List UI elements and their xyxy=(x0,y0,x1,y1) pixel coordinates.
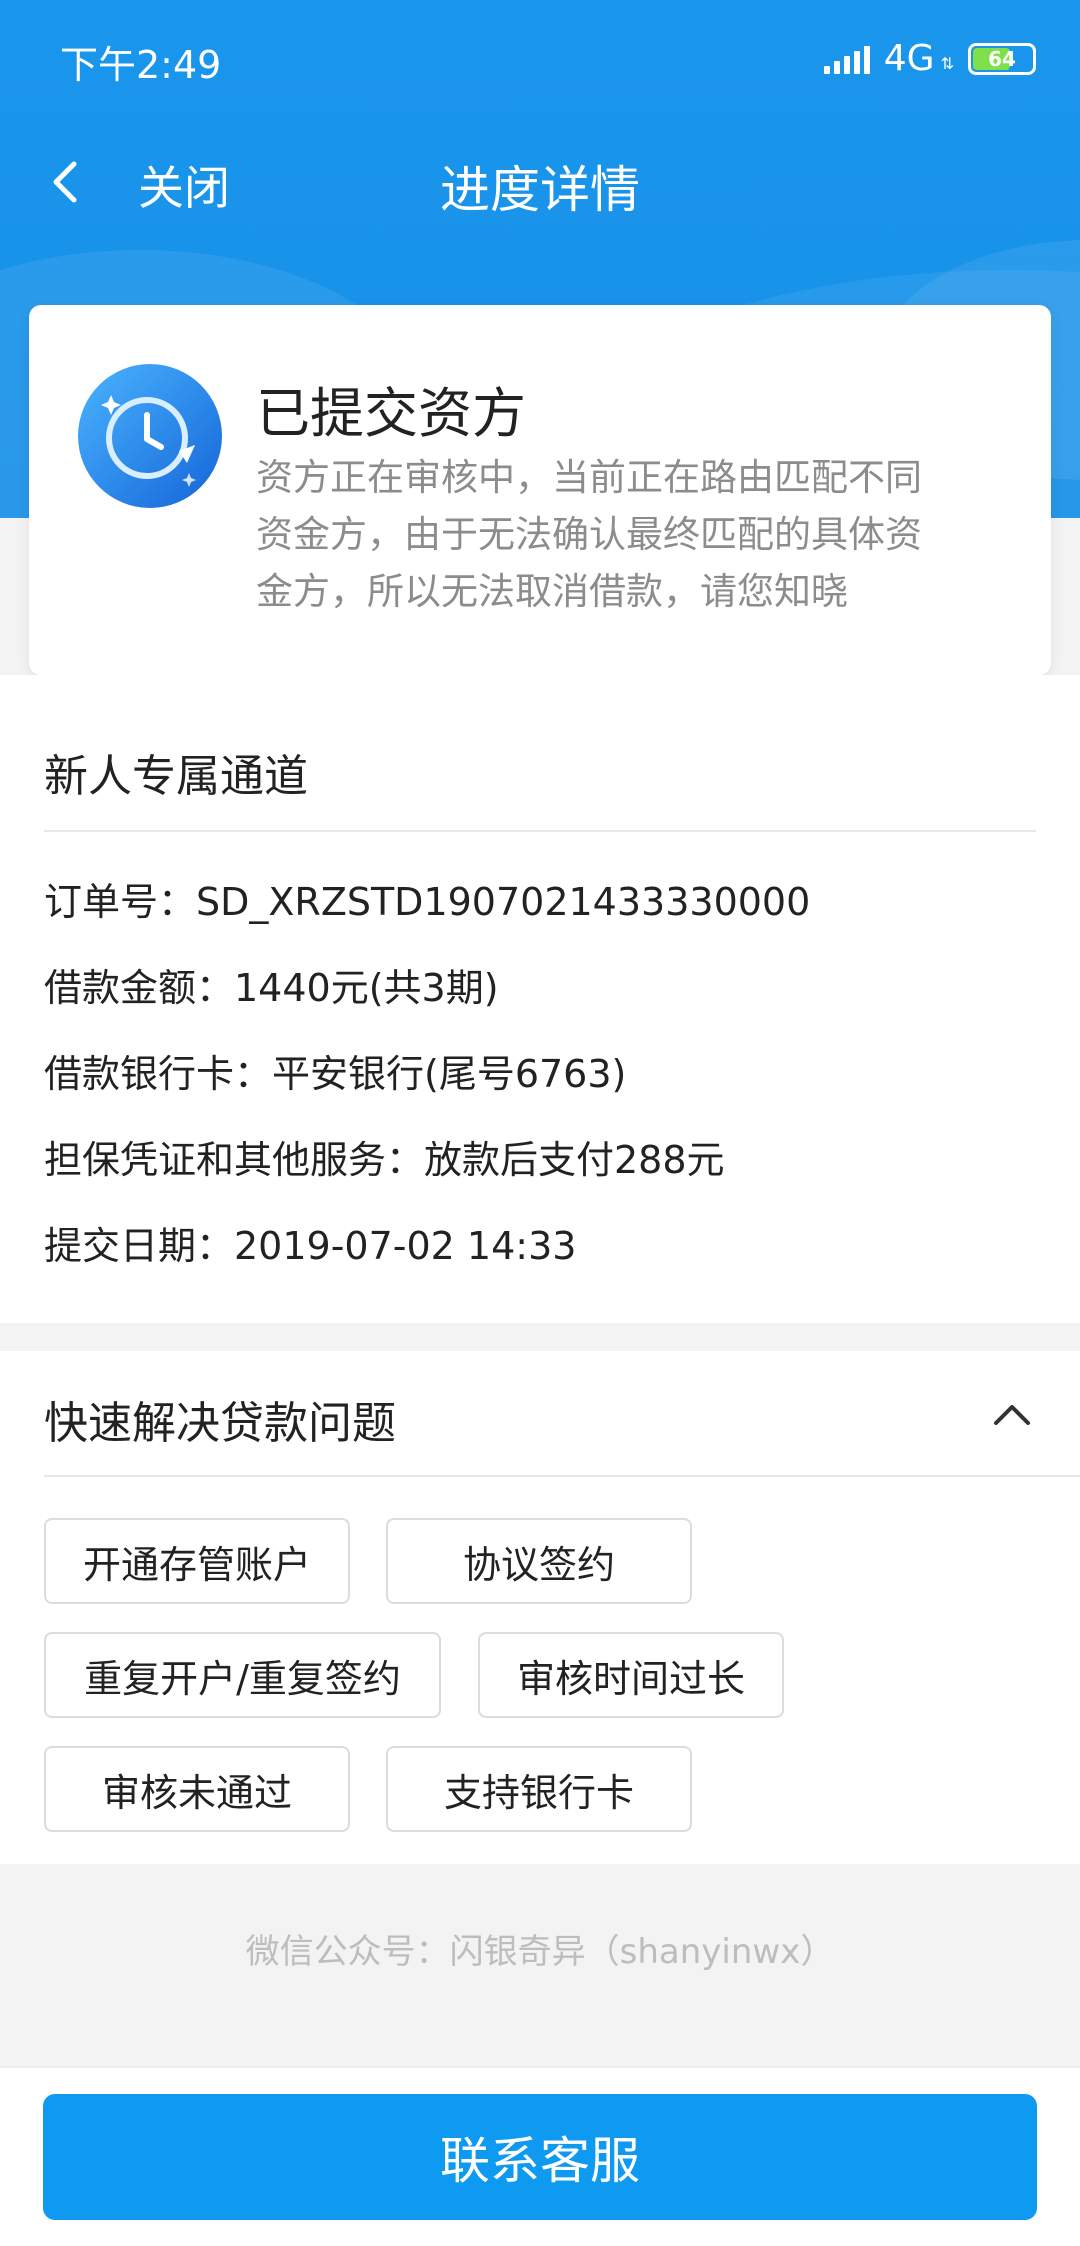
status-time: 下午2:49 xyxy=(60,43,222,87)
signal-icon xyxy=(823,44,870,74)
status-description-line: 资方正在审核中，当前正在路由匹配不同 xyxy=(256,456,922,499)
faq-tag-agreement[interactable]: 协议签约 xyxy=(386,1518,692,1604)
status-description-line: 金方，所以无法取消借款，请您知晓 xyxy=(256,570,848,613)
status-card: 已提交资方 资方正在审核中，当前正在路由匹配不同 资金方，由于无法确认最终匹配的… xyxy=(29,305,1051,675)
data-arrows-icon: ⇅ xyxy=(940,54,954,73)
order-info-section: 新人专属通道 订单号：SD_XRZSTD1907021433330000 借款金… xyxy=(0,675,1080,1323)
contact-service-button[interactable]: 联系客服 xyxy=(43,2094,1037,2220)
faq-title[interactable]: 快速解决贷款问题 xyxy=(44,1387,396,1451)
loan-amount: 借款金额：1440元(共3期) xyxy=(44,966,499,1010)
faq-tag-duplicate[interactable]: 重复开户/重复签约 xyxy=(44,1632,441,1718)
faq-section: 快速解决贷款问题 开通存管账户 协议签约 重复开户/重复签约 审核时间过长 审核… xyxy=(0,1351,1080,1864)
guarantee-services: 担保凭证和其他服务：放款后支付288元 xyxy=(44,1138,725,1182)
chevron-up-icon[interactable] xyxy=(988,1391,1036,1439)
order-number: 订单号：SD_XRZSTD1907021433330000 xyxy=(44,880,811,924)
nav-bar: 关闭 进度详情 xyxy=(0,130,1080,230)
page-title: 进度详情 xyxy=(440,161,640,219)
status-bar: 下午2:49 4G ⇅ 64 xyxy=(0,0,1080,110)
faq-tag-supported-cards[interactable]: 支持银行卡 xyxy=(386,1746,692,1832)
clock-icon xyxy=(78,364,222,508)
faq-tag-review-failed[interactable]: 审核未通过 xyxy=(44,1746,350,1832)
bottom-bar: 联系客服 xyxy=(0,2066,1080,2246)
divider xyxy=(44,1475,1080,1477)
channel-name: 新人专属通道 xyxy=(44,751,308,802)
faq-tag-open-account[interactable]: 开通存管账户 xyxy=(44,1518,350,1604)
submit-date: 提交日期：2019-07-02 14:33 xyxy=(44,1224,577,1268)
battery-icon: 64 xyxy=(968,42,1036,75)
status-description: 资方正在审核中，当前正在路由匹配不同 资金方，由于无法确认最终匹配的具体资 金方… xyxy=(256,449,996,620)
divider xyxy=(44,830,1036,832)
loan-bank-card: 借款银行卡：平安银行(尾号6763) xyxy=(44,1052,627,1096)
wechat-account-note: 微信公众号：闪银奇异（shanyinwx） xyxy=(245,1932,835,1972)
network-type: 4G xyxy=(883,38,935,79)
status-title: 已提交资方 xyxy=(256,382,526,445)
faq-tag-review-time[interactable]: 审核时间过长 xyxy=(478,1632,784,1718)
status-description-line: 资金方，由于无法确认最终匹配的具体资 xyxy=(256,513,922,556)
battery-level: 64 xyxy=(988,46,1016,71)
status-indicators: 4G ⇅ 64 xyxy=(823,38,1036,79)
